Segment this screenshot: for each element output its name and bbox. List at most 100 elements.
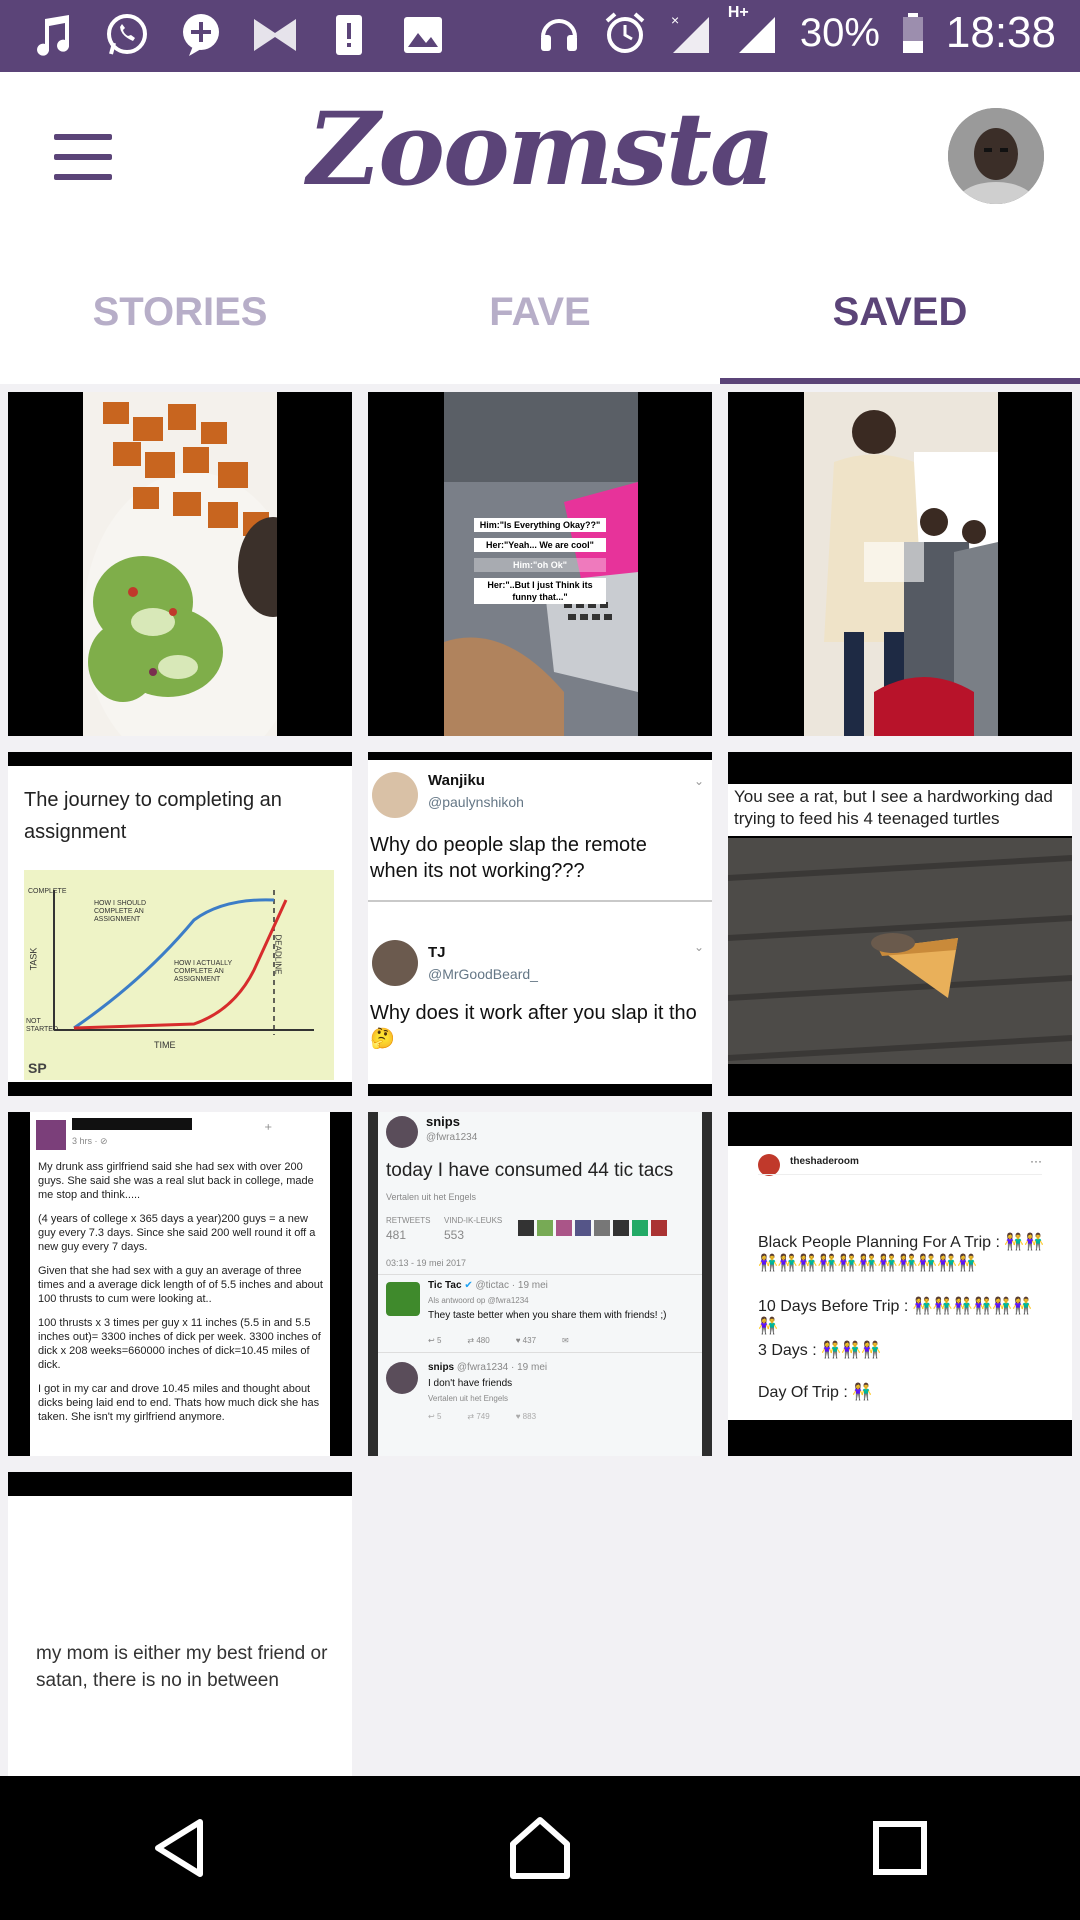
reply-icon[interactable]: ↩ 5 bbox=[428, 1412, 441, 1421]
divider bbox=[368, 900, 712, 902]
saved-tile-tictac[interactable]: snips @fwra1234 today I have consumed 44… bbox=[368, 1112, 712, 1456]
chevron-down-icon[interactable]: ⌄ bbox=[694, 774, 704, 788]
status-icons: × H+ 30% 18:38 bbox=[536, 4, 1056, 58]
reply-actions: ↩ 5 ⇄ 480 ♥ 437 ✉ bbox=[428, 1336, 569, 1345]
like-count: 437 bbox=[522, 1336, 537, 1345]
saved-tile-people[interactable] bbox=[728, 392, 1072, 736]
reply-context: Als antwoord op @fwra1234 bbox=[428, 1296, 529, 1305]
tweet-date: 03:13 - 19 mei 2017 bbox=[386, 1258, 467, 1268]
reply-icon[interactable]: ↩ 5 bbox=[428, 1336, 441, 1345]
tab-saved[interactable]: SAVED bbox=[720, 242, 1080, 384]
signal-icon: H+ bbox=[728, 4, 780, 58]
post-line: 10 Days Before Trip : 👫👫👫👫👫👫👫 bbox=[758, 1298, 1033, 1335]
artist-signature: SP bbox=[28, 1060, 47, 1076]
post-card: 3 hrs · ⊘ ⁺ My drunk ass girlfriend said… bbox=[30, 1112, 330, 1456]
tab-fave[interactable]: FAVE bbox=[360, 242, 720, 384]
app-logo: Zoomsta bbox=[307, 90, 775, 208]
meme-caption: You see a rat, but I see a hardworking d… bbox=[734, 787, 1053, 828]
system-nav-bar bbox=[0, 1776, 1080, 1920]
chevron-down-icon[interactable]: ⌄ bbox=[694, 940, 704, 954]
retweet-icon[interactable]: ⇄ 480 bbox=[467, 1336, 489, 1345]
signal-icon: × bbox=[668, 8, 714, 58]
meme-text: my mom is either my best friend or satan… bbox=[36, 1643, 328, 1691]
reply2-author-handle: @fwra1234 · 19 mei bbox=[456, 1362, 548, 1373]
likes-label: VIND-IK-LEUKS bbox=[444, 1216, 503, 1225]
meme-caption-box: You see a rat, but I see a hardworking d… bbox=[728, 784, 1072, 836]
plus-icon bbox=[178, 10, 224, 60]
tweet-author-handle: @MrGoodBeard_ bbox=[428, 966, 538, 982]
reply-text: They taste better when you share them wi… bbox=[428, 1310, 667, 1321]
heart-icon[interactable]: ♥ 883 bbox=[516, 1412, 536, 1421]
post-meta: 3 hrs · ⊘ bbox=[72, 1136, 108, 1146]
saved-tile-tweets[interactable]: Wanjiku @paulynshikoh ⌄ Why do people sl… bbox=[368, 752, 712, 1096]
retweet-icon[interactable]: ⇄ 749 bbox=[467, 1412, 489, 1421]
avatar bbox=[372, 940, 418, 986]
tweet-text: today I have consumed 44 tic tacs bbox=[386, 1160, 674, 1181]
retweets-label: RETWEETS bbox=[386, 1216, 431, 1225]
saved-tile-assignment[interactable]: The journey to completing an assignment … bbox=[8, 752, 352, 1096]
add-friend-icon[interactable]: ⁺ bbox=[264, 1120, 272, 1140]
verified-icon: ✔ bbox=[464, 1280, 473, 1291]
saved-tile-shaderoom[interactable]: theshaderoom ··· Black People Planning F… bbox=[728, 1112, 1072, 1456]
caption-line: Him:"Is Everything Okay??" bbox=[474, 518, 606, 532]
retweets-count: 481 bbox=[386, 1228, 407, 1242]
alarm-icon bbox=[602, 8, 648, 58]
meme-card: The journey to completing an assignment … bbox=[8, 766, 352, 1082]
back-icon[interactable] bbox=[120, 1798, 240, 1898]
divider bbox=[378, 1352, 702, 1353]
avatar bbox=[386, 1362, 418, 1394]
post-paragraph: I got in my car and drove 10.45 miles an… bbox=[38, 1383, 320, 1423]
avatar bbox=[372, 772, 418, 818]
recents-icon[interactable] bbox=[840, 1798, 960, 1898]
app-bar: Zoomsta bbox=[0, 72, 1080, 242]
chart-deadline: DEADLINE bbox=[273, 934, 283, 975]
more-options-icon[interactable]: ··· bbox=[1030, 1154, 1042, 1168]
gallery-icon bbox=[400, 10, 446, 60]
saved-tile-food[interactable] bbox=[8, 392, 352, 736]
post-paragraph: My drunk ass girlfriend said she had sex… bbox=[38, 1161, 314, 1201]
reply2-author-name: snips bbox=[428, 1362, 455, 1373]
chart-label-complete: COMPLETE bbox=[28, 888, 67, 895]
reply2-author: snips @fwra1234 · 19 mei bbox=[428, 1362, 547, 1373]
liker-avatars bbox=[518, 1220, 667, 1236]
account-name: theshaderoom bbox=[790, 1156, 859, 1167]
headset-icon bbox=[536, 8, 582, 58]
reply-author-handle: @tictac · 19 mei bbox=[475, 1280, 548, 1291]
avatar bbox=[758, 1154, 780, 1176]
battery-icon bbox=[900, 8, 926, 58]
reply2-actions: ↩ 5 ⇄ 749 ♥ 883 bbox=[428, 1412, 536, 1421]
avatar[interactable] bbox=[948, 108, 1044, 204]
saved-tile-rat[interactable]: You see a rat, but I see a hardworking d… bbox=[728, 752, 1072, 1096]
retweet-count: 749 bbox=[476, 1412, 490, 1421]
likes-count: 553 bbox=[444, 1228, 465, 1242]
tweet-card: snips @fwra1234 today I have consumed 44… bbox=[378, 1112, 702, 1456]
battery-percent: 30% bbox=[799, 10, 880, 55]
divider bbox=[758, 1174, 1042, 1175]
tweet-author-name: Wanjiku bbox=[428, 772, 485, 789]
caption-line: Her:"..But I just Think its funny that..… bbox=[474, 578, 606, 604]
retweet-count: 480 bbox=[476, 1336, 490, 1345]
caption-line: Him:"oh Ok" bbox=[474, 558, 606, 572]
saved-tile-post[interactable]: 3 hrs · ⊘ ⁺ My drunk ass girlfriend said… bbox=[8, 1112, 352, 1456]
rat-photo bbox=[728, 838, 1072, 1064]
svg-text:×: × bbox=[671, 12, 679, 28]
whatsapp-icon bbox=[104, 10, 150, 60]
post-body: My drunk ass girlfriend said she had sex… bbox=[38, 1160, 326, 1424]
translate-link[interactable]: Vertalen uit het Engels bbox=[428, 1394, 508, 1403]
avatar bbox=[36, 1120, 66, 1150]
translate-link[interactable]: Vertalen uit het Engels bbox=[386, 1192, 476, 1202]
post-card: theshaderoom ··· Black People Planning F… bbox=[728, 1146, 1072, 1420]
saved-tile-video[interactable]: Him:"Is Everything Okay??" Her:"Yeah... … bbox=[368, 392, 712, 736]
post-paragraph: (4 years of college x 365 days a year)20… bbox=[38, 1213, 316, 1253]
chart-axis-x: TIME bbox=[154, 1040, 176, 1050]
home-icon[interactable] bbox=[480, 1798, 600, 1898]
message-icon[interactable]: ✉ bbox=[562, 1336, 569, 1345]
post-paragraph: 100 thrusts x 3 times per guy x 11 inche… bbox=[38, 1317, 321, 1371]
food-photo bbox=[83, 392, 308, 736]
tab-stories[interactable]: STORIES bbox=[0, 242, 360, 384]
chart-axis-y: TASK bbox=[28, 947, 39, 971]
heart-icon[interactable]: ♥ 437 bbox=[516, 1336, 536, 1345]
tweet-author-handle: @fwra1234 bbox=[426, 1132, 478, 1143]
music-icon bbox=[30, 10, 76, 60]
saved-tile-text[interactable]: my mom is either my best friend or satan… bbox=[8, 1472, 352, 1776]
